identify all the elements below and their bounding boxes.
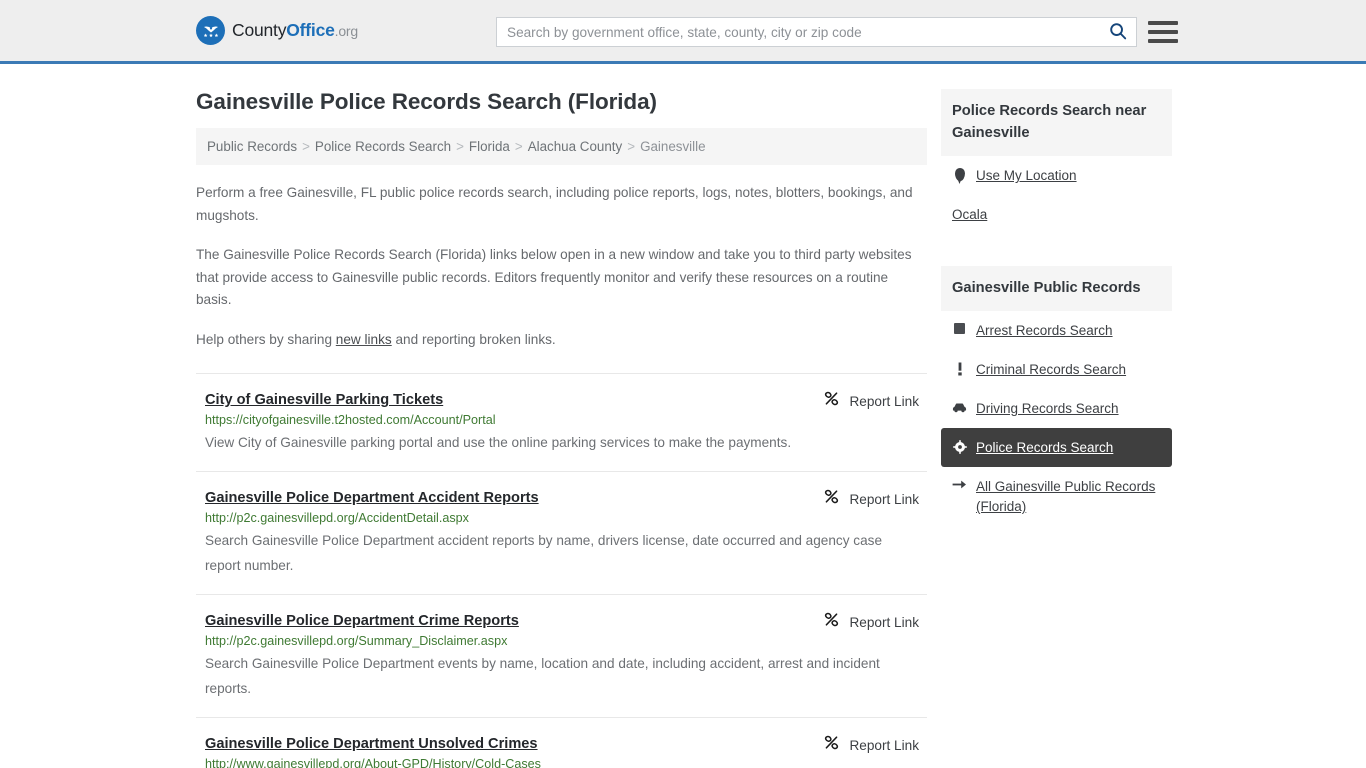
result-item: City of Gainesville Parking Tickets http… (196, 373, 927, 471)
intro-paragraph-1: Perform a free Gainesville, FL public po… (196, 185, 913, 223)
sidebar-item-label: Police Records Search (976, 440, 1114, 455)
sidebar-item-use-my-location[interactable]: Use My Location (941, 156, 1172, 195)
car-icon (952, 401, 967, 413)
sidebar-item-ocala[interactable]: Ocala (941, 195, 1172, 234)
broken-link-icon (823, 488, 840, 510)
result-url: http://p2c.gainesvillepd.org/Summary_Dis… (205, 634, 508, 648)
sidebar-item-label: All Gainesville Public Records (Florida) (976, 479, 1156, 514)
sidebar-item-label: Ocala (952, 207, 988, 222)
menu-bar-1 (1148, 21, 1178, 25)
breadcrumb-separator: > (627, 139, 636, 154)
report-link-button[interactable]: Report Link (823, 488, 919, 510)
report-link-button[interactable]: Report Link (823, 390, 919, 412)
sidebar-item-police-records-search[interactable]: Police Records Search (941, 428, 1172, 467)
fingerprint-icon (952, 323, 967, 334)
result-item: Gainesville Police Department Crime Repo… (196, 594, 927, 717)
sidebar-public-records-list: Arrest Records Search Criminal Records S… (941, 311, 1172, 526)
breadcrumb-item-public-records[interactable]: Public Records (207, 139, 297, 154)
logo-text-org: .org (334, 23, 359, 39)
police-badge-icon (952, 440, 967, 454)
breadcrumb: Public Records > Police Records Search > Flo… (196, 128, 927, 165)
exclamation-icon (952, 362, 967, 376)
intro-paragraph-3: Help others by sharing new links and rep… (196, 329, 927, 352)
result-title-link[interactable]: Gainesville Police Department Unsolved C… (205, 736, 538, 752)
eagle-shield-logo-icon (196, 16, 225, 45)
broken-link-icon (823, 390, 840, 412)
site-header: CountyOffice.org (0, 0, 1366, 64)
location-pin-icon (952, 168, 967, 181)
result-title-link[interactable]: City of Gainesville Parking Tickets (205, 392, 443, 408)
new-links-link[interactable]: new links (336, 332, 392, 347)
report-link-label: Report Link (849, 737, 919, 753)
sidebar-item-all-public-records[interactable]: All Gainesville Public Records (Florida) (941, 467, 1172, 526)
sidebar-item-criminal-records-search[interactable]: Criminal Records Search (941, 350, 1172, 389)
site-logo-text: CountyOffice.org (232, 20, 358, 41)
sidebar-heading-nearby: Police Records Search near Gainesville (941, 89, 1172, 156)
menu-bar-3 (1148, 39, 1178, 43)
sidebar-item-driving-records-search[interactable]: Driving Records Search (941, 389, 1172, 428)
sidebar: Police Records Search near Gainesville U… (941, 64, 1172, 526)
sidebar-panel-public-records: Gainesville Public Records Arrest Record… (941, 266, 1172, 526)
sidebar-nearby-list: Use My Location Ocala (941, 156, 1172, 234)
page-title: Gainesville Police Records Search (Flori… (196, 89, 657, 114)
sidebar-item-label: Arrest Records Search (976, 323, 1113, 338)
result-url: https://cityofgainesville.t2hosted.com/A… (205, 413, 496, 427)
sidebar-item-label: Driving Records Search (976, 401, 1119, 416)
intro-p3-after: and reporting broken links. (391, 331, 556, 347)
search-bar (496, 17, 1137, 47)
broken-link-icon (823, 734, 840, 756)
breadcrumb-separator: > (302, 139, 310, 154)
result-title-link[interactable]: Gainesville Police Department Crime Repo… (205, 613, 519, 629)
arrow-right-icon (952, 479, 967, 490)
page-body: Gainesville Police Records Search (Flori… (0, 64, 1366, 768)
result-item: Gainesville Police Department Unsolved C… (196, 717, 927, 768)
main-column: Gainesville Police Records Search (Flori… (196, 64, 927, 768)
intro-text: Perform a free Gainesville, FL public po… (196, 182, 927, 351)
broken-link-icon (823, 611, 840, 633)
report-link-button[interactable]: Report Link (823, 734, 919, 756)
search-button[interactable] (1100, 18, 1136, 46)
site-logo[interactable]: CountyOffice.org (196, 16, 358, 45)
intro-paragraph-2: The Gainesville Police Records Search (F… (196, 247, 912, 307)
breadcrumb-item-alachua-county[interactable]: Alachua County (528, 139, 623, 154)
result-description: Search Gainesville Police Department eve… (205, 656, 880, 696)
report-link-label: Report Link (849, 393, 919, 409)
logo-text-office: Office (286, 20, 335, 40)
search-icon (1109, 22, 1127, 43)
result-description: View City of Gainesville parking portal … (205, 435, 792, 450)
result-description: Search Gainesville Police Department acc… (205, 533, 883, 573)
results-list: City of Gainesville Parking Tickets http… (196, 373, 927, 768)
sidebar-panel-nearby: Police Records Search near Gainesville U… (941, 89, 1172, 234)
result-item: Gainesville Police Department Accident R… (196, 471, 927, 594)
breadcrumb-separator: > (514, 139, 523, 154)
breadcrumb-item-gainesville: Gainesville (640, 139, 706, 154)
report-link-label: Report Link (849, 614, 919, 630)
sidebar-item-arrest-records-search[interactable]: Arrest Records Search (941, 311, 1172, 350)
result-url: http://p2c.gainesvillepd.org/AccidentDet… (205, 511, 469, 525)
search-input[interactable] (497, 18, 1100, 46)
menu-bar-2 (1148, 30, 1178, 34)
result-url: http://www.gainesvillepd.org/About-GPD/H… (205, 757, 541, 768)
sidebar-heading-public-records: Gainesville Public Records (941, 266, 1172, 311)
hamburger-menu-icon[interactable] (1148, 18, 1178, 46)
breadcrumb-separator: > (456, 139, 464, 154)
logo-text-county: County (232, 20, 287, 40)
sidebar-item-label: Use My Location (976, 168, 1077, 183)
breadcrumb-item-police-records-search[interactable]: Police Records Search (315, 139, 451, 154)
intro-p3-before: Help others by sharing (196, 331, 336, 347)
report-link-label: Report Link (849, 491, 919, 507)
report-link-button[interactable]: Report Link (823, 611, 919, 633)
sidebar-item-label: Criminal Records Search (976, 362, 1127, 377)
breadcrumb-item-florida[interactable]: Florida (469, 139, 510, 154)
result-title-link[interactable]: Gainesville Police Department Accident R… (205, 490, 539, 506)
